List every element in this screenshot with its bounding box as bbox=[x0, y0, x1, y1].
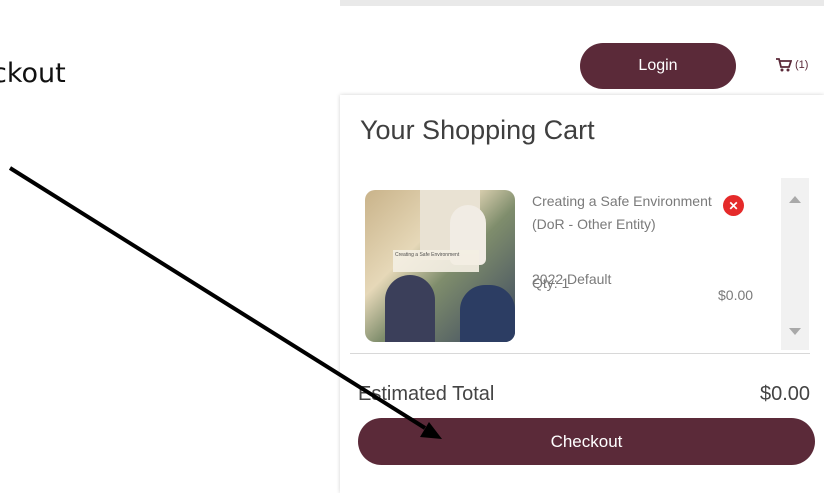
top-divider bbox=[340, 0, 824, 6]
cart-link[interactable]: (1) bbox=[776, 58, 808, 72]
product-name[interactable]: Creating a Safe Environment (DoR - Other… bbox=[532, 190, 712, 236]
remove-x-icon: ✕ bbox=[728, 198, 739, 213]
cart-icon bbox=[776, 58, 792, 72]
cart-scrollbar[interactable] bbox=[781, 178, 809, 350]
scroll-down-icon[interactable] bbox=[789, 328, 801, 335]
estimated-total-value: $0.00 bbox=[760, 383, 811, 405]
remove-item-button[interactable]: ✕ bbox=[723, 195, 744, 216]
cart-count: (1) bbox=[795, 59, 809, 71]
checkout-button[interactable]: Checkout bbox=[358, 418, 815, 465]
product-quantity: Qty: 1 bbox=[532, 275, 570, 291]
thumbnail-label: Creating a Safe Environment bbox=[393, 250, 479, 272]
estimated-total-label: Estimated Total bbox=[358, 383, 495, 405]
thumbnail-figure bbox=[385, 275, 435, 342]
thumbnail-figure bbox=[460, 285, 515, 342]
instruction-text: ckout bbox=[0, 58, 66, 89]
cart-title: Your Shopping Cart bbox=[360, 115, 595, 145]
scroll-up-icon[interactable] bbox=[789, 196, 801, 203]
login-button[interactable]: Login bbox=[580, 43, 736, 89]
product-price: $0.00 bbox=[718, 287, 754, 303]
product-thumbnail[interactable]: Creating a Safe Environment bbox=[365, 190, 515, 342]
